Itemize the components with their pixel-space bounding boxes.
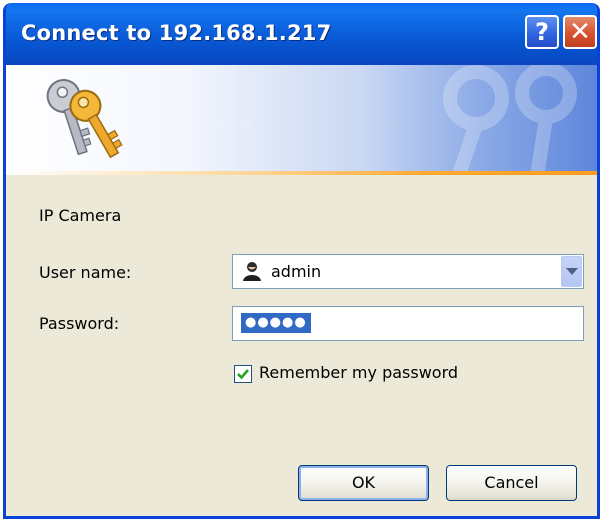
login-dialog: Connect to 192.168.1.217 ? ✕ IP Camera U… <box>3 3 600 519</box>
password-label: Password: <box>39 314 120 333</box>
username-label: User name: <box>39 263 132 282</box>
help-button[interactable]: ? <box>525 15 559 49</box>
close-button[interactable]: ✕ <box>563 15 597 49</box>
username-combobox[interactable]: admin <box>232 254 584 289</box>
username-value: admin <box>271 262 322 281</box>
password-masked-value: ●●●●● <box>241 313 311 333</box>
dialog-banner <box>6 65 597 171</box>
remember-password-label: Remember my password <box>259 363 459 382</box>
password-field[interactable]: ●●●●● <box>232 306 584 341</box>
chevron-down-icon <box>566 268 578 275</box>
keys-icon <box>46 79 123 159</box>
keys-watermark-icon <box>443 65 577 171</box>
cancel-button[interactable]: Cancel <box>446 465 577 501</box>
checkmark-icon <box>237 369 249 380</box>
title-bar[interactable]: Connect to 192.168.1.217 ? ✕ <box>6 3 597 65</box>
username-dropdown-button[interactable] <box>561 256 582 287</box>
remember-password-checkbox[interactable] <box>234 365 252 383</box>
user-icon <box>243 262 261 281</box>
ok-button[interactable]: OK <box>298 465 429 501</box>
window-title: Connect to 192.168.1.217 <box>21 21 332 45</box>
realm-text: IP Camera <box>39 206 122 225</box>
dialog-body: IP Camera User name: admin Password: ●●●… <box>6 175 597 516</box>
